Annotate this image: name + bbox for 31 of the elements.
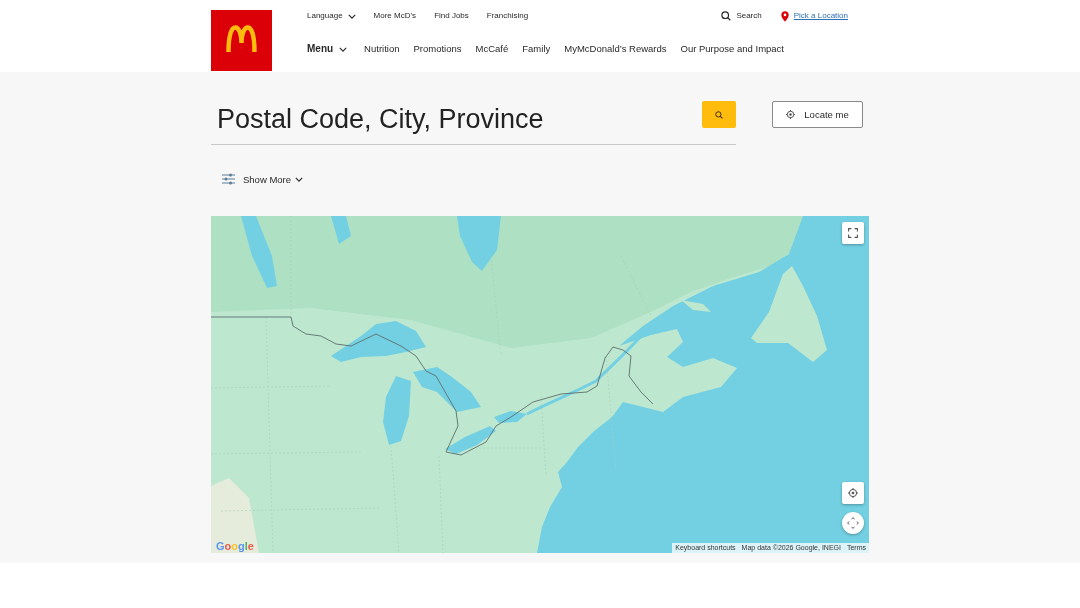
nav-link[interactable]: Franchising [486, 11, 529, 21]
locate-me-button[interactable]: Locate me [772, 101, 863, 128]
target-icon [786, 110, 796, 119]
map-pin-icon [780, 10, 789, 22]
pick-location-link[interactable]: Pick a Location [793, 11, 848, 21]
nav-link[interactable]: Family [522, 43, 551, 55]
search-field[interactable]: Postal Code, City, Province [211, 101, 702, 137]
arrows-icon [847, 517, 859, 529]
fullscreen-button[interactable] [842, 222, 864, 244]
nav-dropdown[interactable]: Language [307, 11, 356, 21]
sliders-icon [222, 173, 235, 185]
target-icon [848, 488, 858, 498]
search-link[interactable]: Search [721, 11, 762, 21]
nav-dropdown[interactable]: Menu [307, 43, 348, 55]
my-location-button[interactable] [842, 482, 864, 504]
google-logo: Google [216, 541, 254, 552]
nav-link[interactable]: Promotions [413, 43, 462, 55]
fullscreen-icon [848, 228, 858, 238]
nav-link[interactable]: MyMcDonald’s Rewards [564, 43, 667, 55]
arches-logo[interactable] [211, 10, 272, 71]
nav-link[interactable]: Our Purpose and Impact [680, 43, 784, 55]
nav-link[interactable]: Find Jobs [434, 11, 469, 21]
search-icon [721, 11, 732, 21]
nav-link[interactable]: More McD’s [373, 11, 417, 21]
show-more-button[interactable]: Show More [222, 171, 304, 187]
nav-link[interactable]: McCafé [475, 43, 509, 55]
caret-icon [339, 46, 348, 52]
search-button[interactable] [702, 101, 736, 128]
nav-link[interactable]: Nutrition [364, 43, 400, 55]
search-icon [715, 110, 723, 119]
caret-icon [347, 13, 356, 19]
